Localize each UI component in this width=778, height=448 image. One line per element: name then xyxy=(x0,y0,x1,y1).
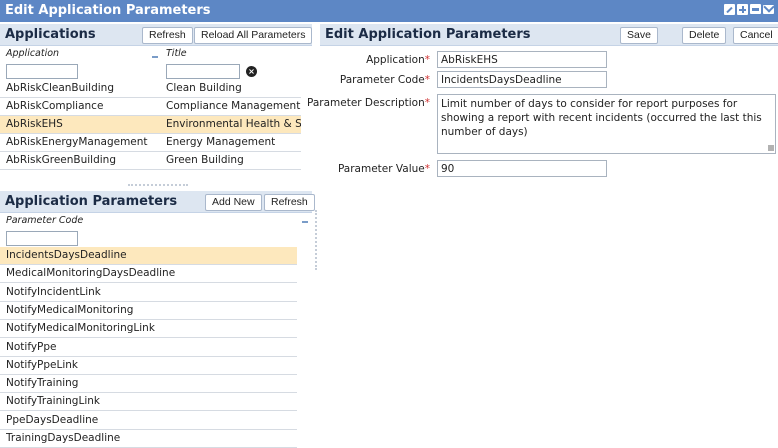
parameter-description-field[interactable]: Limit number of days to consider for rep… xyxy=(437,94,776,154)
add-icon[interactable] xyxy=(737,4,748,15)
title-cell: Clean Building xyxy=(166,82,242,94)
parameter-code-cell: NotifyTraining xyxy=(6,377,79,389)
mail-icon[interactable] xyxy=(763,5,774,14)
parameter-code-field[interactable] xyxy=(437,71,607,88)
save-button[interactable]: Save xyxy=(620,27,658,44)
column-header-application[interactable]: Application xyxy=(6,48,59,59)
applications-header: Applications Refresh Reload All Paramete… xyxy=(0,24,313,46)
title-cell: Green Building xyxy=(166,154,244,166)
parameters-refresh-button[interactable]: Refresh xyxy=(264,194,315,211)
table-row[interactable]: AbRiskEnergyManagement Energy Management xyxy=(0,134,301,152)
title-cell: Environmental Health & Safety xyxy=(166,118,301,130)
application-cell: AbRiskEHS xyxy=(6,118,63,130)
parameter-value-field[interactable] xyxy=(437,160,607,177)
column-header-title[interactable]: Title xyxy=(166,48,187,59)
table-row[interactable]: TrainingDaysDeadline xyxy=(0,430,297,448)
titlebar-icons xyxy=(724,4,774,15)
application-cell: AbRiskEnergyManagement xyxy=(6,136,148,148)
parameter-code-label: Parameter Code* xyxy=(339,74,430,86)
parameter-code-cell: NotifyMedicalMonitoringLink xyxy=(6,322,155,334)
edit-form-header: Edit Application Parameters Save Delete … xyxy=(320,24,778,46)
table-row[interactable]: MedicalMonitoringDaysDeadline xyxy=(0,265,297,283)
edit-form-title: Edit Application Parameters xyxy=(325,27,531,42)
application-parameters-title: Application Parameters xyxy=(5,194,178,209)
window-title: Edit Application Parameters xyxy=(5,3,211,18)
title-cell: Energy Management xyxy=(166,136,276,148)
parameter-code-cell: NotifyMedicalMonitoring xyxy=(6,304,134,316)
application-filter-input[interactable] xyxy=(6,64,78,79)
application-cell: AbRiskCompliance xyxy=(6,100,104,112)
parameters-filter-row: Parameter Code xyxy=(0,213,312,247)
parameter-code-cell: NotifyIncidentLink xyxy=(6,286,101,298)
panel-splitter-horizontal[interactable] xyxy=(128,184,188,186)
edit-icon[interactable] xyxy=(724,4,735,15)
column-resize-handle[interactable] xyxy=(302,221,308,223)
table-row[interactable]: NotifyIncidentLink xyxy=(0,284,297,302)
application-cell: AbRiskGreenBuilding xyxy=(6,154,117,166)
print-icon[interactable] xyxy=(750,4,761,14)
parameter-code-filter-input[interactable] xyxy=(6,231,78,246)
application-field[interactable] xyxy=(437,51,607,68)
delete-button[interactable]: Delete xyxy=(682,27,727,44)
reload-all-parameters-button[interactable]: Reload All Parameters xyxy=(194,27,313,44)
table-row[interactable]: AbRiskGreenBuilding Green Building xyxy=(0,152,301,170)
title-filter-input[interactable] xyxy=(166,64,240,79)
parameter-value-label: Parameter Value* xyxy=(337,163,430,175)
table-row[interactable]: NotifyTrainingLink xyxy=(0,393,297,411)
table-row[interactable]: NotifyPpe xyxy=(0,339,297,357)
application-parameters-header: Application Parameters Add New Refresh xyxy=(0,191,315,213)
clear-filter-icon[interactable]: × xyxy=(246,66,257,77)
table-row[interactable]: AbRiskCleanBuilding Clean Building xyxy=(0,80,301,98)
table-row[interactable]: NotifyMedicalMonitoring xyxy=(0,302,297,320)
column-header-parameter-code[interactable]: Parameter Code xyxy=(6,215,83,226)
applications-filter-row: Application Title × xyxy=(0,46,312,80)
parameter-code-cell: NotifyPpeLink xyxy=(6,359,78,371)
resize-grip-icon[interactable] xyxy=(768,145,774,151)
parameter-code-cell: NotifyPpe xyxy=(6,341,57,353)
table-row[interactable]: PpeDaysDeadline xyxy=(0,412,297,430)
parameter-code-cell: PpeDaysDeadline xyxy=(6,414,99,426)
application-cell: AbRiskCleanBuilding xyxy=(6,82,115,94)
panel-splitter-vertical[interactable] xyxy=(315,210,317,270)
parameter-code-cell: TrainingDaysDeadline xyxy=(6,432,121,444)
table-row[interactable]: AbRiskCompliance Compliance Management xyxy=(0,98,301,116)
table-row[interactable]: NotifyTraining xyxy=(0,375,297,393)
table-row[interactable]: NotifyPpeLink xyxy=(0,357,297,375)
application-label: Application* xyxy=(366,54,430,66)
window-titlebar: Edit Application Parameters xyxy=(0,0,778,22)
parameter-code-cell: IncidentsDaysDeadline xyxy=(6,249,127,261)
parameter-code-cell: MedicalMonitoringDaysDeadline xyxy=(6,267,176,279)
parameter-description-label: Parameter Description* xyxy=(306,97,430,109)
add-new-button[interactable]: Add New xyxy=(205,194,262,211)
cancel-button[interactable]: Cancel xyxy=(733,27,778,44)
table-row[interactable]: NotifyMedicalMonitoringLink xyxy=(0,320,297,338)
title-cell: Compliance Management xyxy=(166,100,301,112)
parameter-code-cell: NotifyTrainingLink xyxy=(6,395,100,407)
table-row[interactable]: AbRiskEHS Environmental Health & Safety xyxy=(0,116,301,134)
column-resize-handle[interactable] xyxy=(152,56,158,58)
applications-refresh-button[interactable]: Refresh xyxy=(142,27,193,44)
table-row[interactable]: IncidentsDaysDeadline xyxy=(0,247,297,265)
applications-title: Applications xyxy=(5,27,96,42)
